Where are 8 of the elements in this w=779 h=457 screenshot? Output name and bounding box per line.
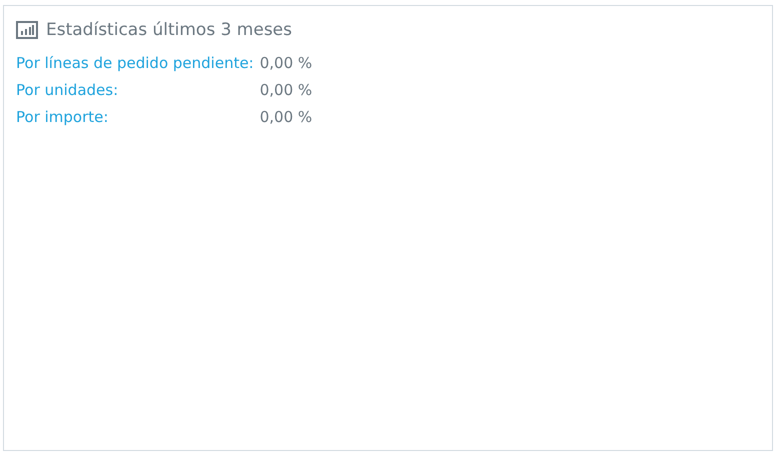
stat-label: Por unidades: [16, 81, 120, 99]
stat-value: 0,00 % [260, 54, 312, 72]
stat-value: 0,00 % [260, 81, 312, 99]
panel-title: Estadísticas últimos 3 meses [46, 20, 292, 40]
stat-value: 0,00 % [260, 108, 312, 126]
stat-label: Por líneas de pedido pendiente: [16, 54, 254, 72]
bar-chart-icon [16, 21, 38, 39]
stat-label: Por importe: [16, 108, 110, 126]
